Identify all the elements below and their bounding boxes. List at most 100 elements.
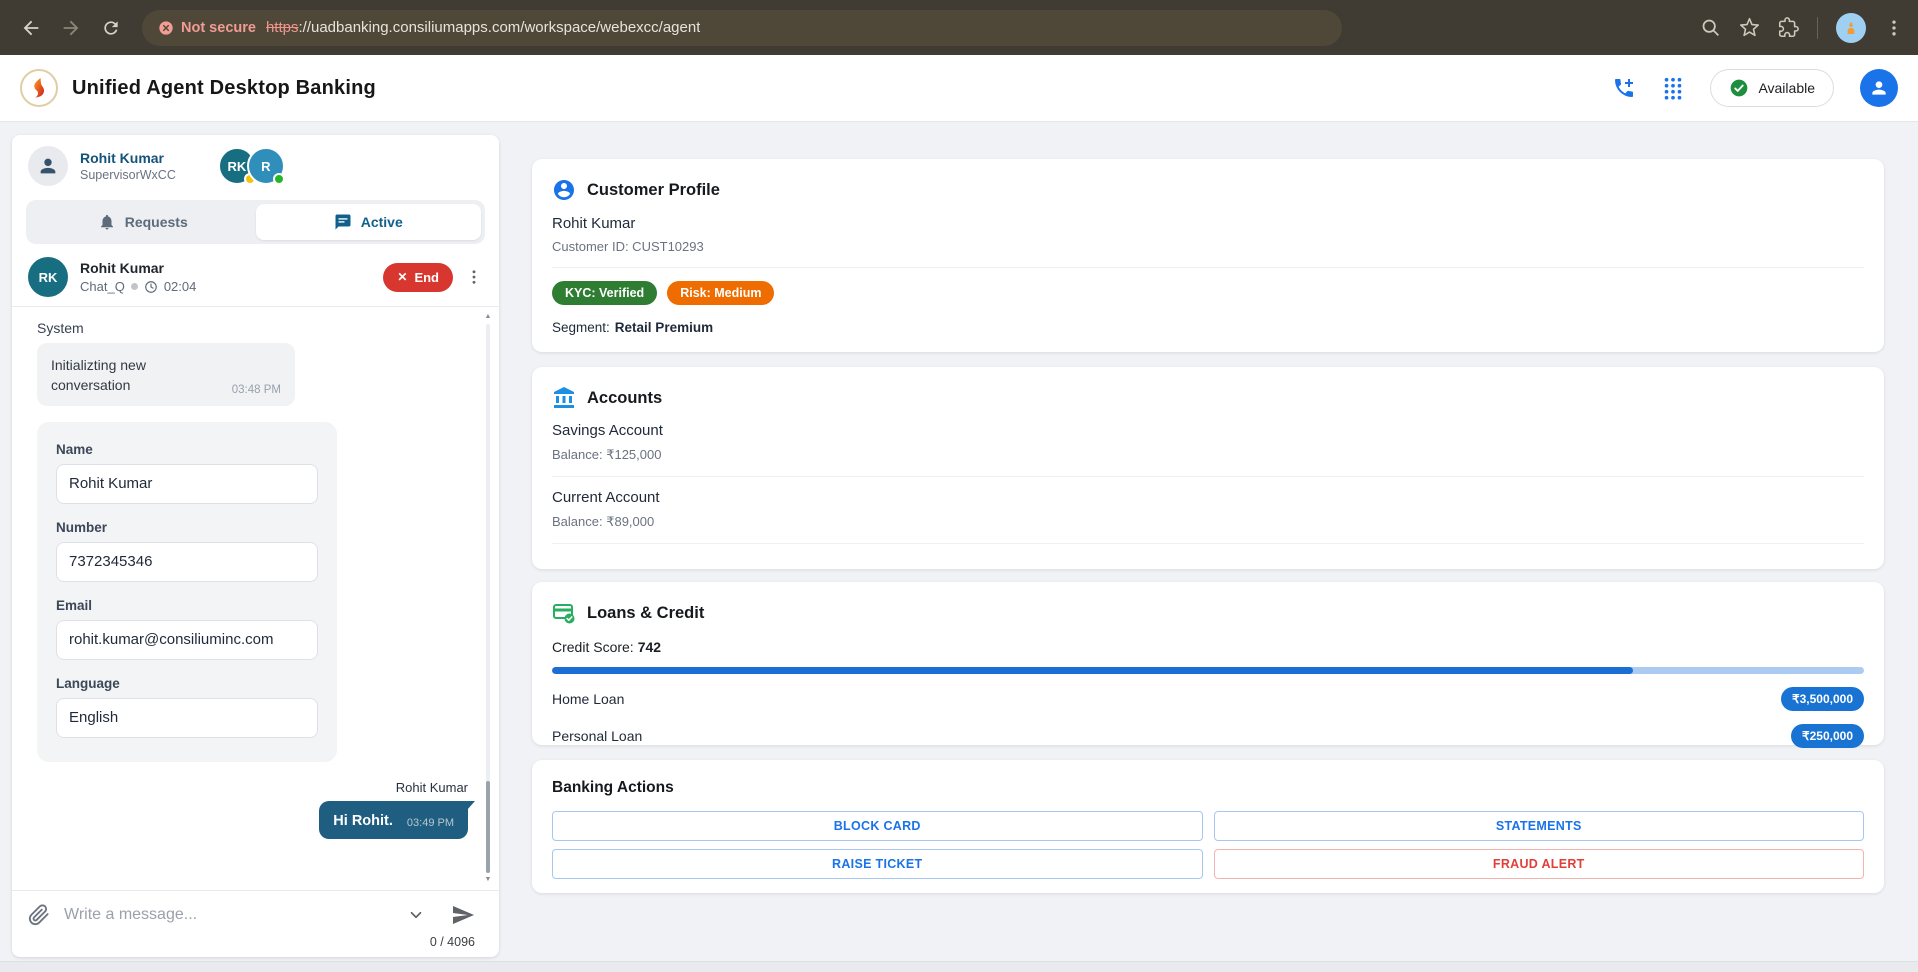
scrollbar-thumb[interactable] [486,781,490,873]
browser-back-button[interactable] [14,11,48,45]
segment-line: Segment:Retail Premium [552,320,1864,335]
interaction-sidebar: Rohit Kumar SupervisorWxCC RK R Requests… [12,135,499,957]
dialpad-icon[interactable] [1662,76,1684,100]
chevron-down-icon[interactable] [407,906,425,924]
end-chat-button[interactable]: ✕ End [383,263,453,292]
email-field[interactable] [56,620,318,660]
clock-icon [144,280,158,294]
block-card-button[interactable]: BLOCK CARD [552,811,1203,841]
extensions-icon[interactable] [1778,17,1799,38]
back-arrow-icon [20,17,42,39]
sidebar-tabs: Requests Active [26,200,485,244]
status-dot-green [273,173,285,185]
customer-profile-card: Customer Profile Rohit Kumar Customer ID… [532,159,1884,352]
availability-status: Available [1758,80,1815,96]
find-in-page-icon[interactable] [1700,17,1721,38]
chat-options-kebab-icon[interactable] [465,268,483,286]
credit-score-value: 742 [638,639,661,655]
avatar-r-initials: R [261,159,270,174]
system-message-text: Initializting new conversation [51,355,201,396]
credit-score-progress-track [552,667,1864,674]
banking-actions-title: Banking Actions [552,779,1864,797]
account-balance: Balance: ₹89,000 [552,514,1864,530]
bookmark-star-icon[interactable] [1739,17,1760,38]
browser-address-bar[interactable]: Not secure https://uadbanking.consiliuma… [142,10,1342,46]
outgoing-message-row: Hi Rohit. 03:49 PM [37,795,474,839]
tab-active[interactable]: Active [256,204,482,240]
language-label: Language [56,676,318,691]
tab-requests-label: Requests [125,214,188,230]
presence-avatars: RK R [218,147,285,185]
browser-menu-kebab-icon[interactable] [1884,18,1904,38]
available-check-icon [1729,78,1749,98]
horizontal-scrollbar[interactable] [0,961,1918,972]
character-counter: 0 / 4096 [28,935,475,949]
scrollbar-track[interactable] [486,324,490,873]
tab-requests[interactable]: Requests [30,204,256,240]
availability-selector[interactable]: Available [1710,69,1834,107]
number-field[interactable] [56,542,318,582]
chat-timer: 02:04 [164,279,197,294]
scroll-up-arrow-icon[interactable]: ▲ [485,313,492,321]
credit-score-label: Credit Score: [552,639,634,655]
add-call-icon[interactable] [1612,76,1636,100]
agent-info-row: Rohit Kumar SupervisorWxCC RK R [12,135,499,197]
loan-amount-badge: ₹3,500,000 [1781,687,1864,711]
queue-name: Chat_Q [80,279,125,294]
profile-figure-icon [1843,20,1859,36]
banking-actions-grid: BLOCK CARD STATEMENTS RAISE TICKET FRAUD… [552,811,1864,879]
browser-forward-button[interactable] [54,11,88,45]
person-icon [37,155,59,177]
avatar-r[interactable]: R [247,147,285,185]
end-label: End [414,270,439,285]
workspace: Rohit Kumar SupervisorWxCC RK R Requests… [0,122,1918,972]
name-field[interactable] [56,464,318,504]
accounts-header: Accounts [552,386,1864,410]
account-name: Savings Account [552,422,1864,439]
flame-logo-icon [27,76,51,100]
outgoing-message-time: 03:49 PM [407,817,454,829]
customer-profile-title: Customer Profile [587,181,720,200]
outgoing-message-bubble: Hi Rohit. 03:49 PM [319,801,468,839]
agent-avatar [28,146,68,186]
agent-meta: Rohit Kumar SupervisorWxCC [80,150,176,182]
number-label: Number [56,520,318,535]
account-balance: Balance: ₹125,000 [552,447,1864,463]
outgoing-message-text: Hi Rohit. [333,813,393,829]
active-chat-item[interactable]: RK Rohit Kumar Chat_Q 02:04 ✕ End [12,252,499,306]
raise-ticket-button[interactable]: RAISE TICKET [552,849,1203,879]
loan-name: Personal Loan [552,728,642,744]
credit-score-progress-fill [552,667,1633,674]
email-label: Email [56,598,318,613]
chat-transcript: System Initializting new conversation 03… [12,307,499,890]
chat-scrollbar[interactable]: ▲ ▼ [483,313,493,884]
send-icon[interactable] [451,903,475,927]
browser-actions [1700,13,1904,43]
language-field[interactable] [56,698,318,738]
chat-icon [334,213,352,231]
statements-button[interactable]: STATEMENTS [1214,811,1865,841]
agent-profile-button[interactable] [1860,69,1898,107]
bank-icon [552,386,576,410]
form-field-name: Name [56,442,318,504]
forward-arrow-icon [60,17,82,39]
security-chip[interactable]: Not secure [158,20,256,36]
reload-icon [101,18,121,38]
toolbar-separator [1817,17,1818,39]
divider [552,267,1864,268]
browser-reload-button[interactable] [94,11,128,45]
composer-actions [407,903,475,927]
agent-role: SupervisorWxCC [80,168,176,182]
not-secure-icon [158,20,174,36]
customer-name: Rohit Kumar [552,215,1864,232]
loan-row-home: Home Loan ₹3,500,000 [552,687,1864,711]
fraud-alert-button[interactable]: FRAUD ALERT [1214,849,1865,879]
customer-id: Customer ID: CUST10293 [552,239,1864,254]
contact-avatar: RK [28,257,68,297]
loans-title: Loans & Credit [587,604,704,623]
scroll-down-arrow-icon[interactable]: ▼ [485,876,492,884]
form-field-number: Number [56,520,318,582]
attachment-paperclip-icon[interactable] [28,904,50,926]
message-input[interactable] [64,906,393,924]
browser-profile-avatar[interactable] [1836,13,1866,43]
